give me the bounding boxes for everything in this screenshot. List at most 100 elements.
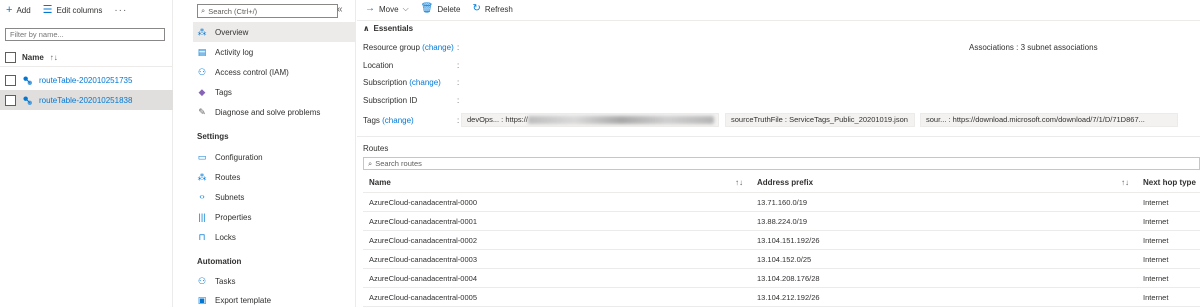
- subscription-id-row: Subscription ID :: [363, 96, 467, 105]
- subscription-change-link[interactable]: (change): [409, 78, 441, 87]
- table-row[interactable]: AzureCloud-canadacentral-0000 13.71.160.…: [363, 193, 1200, 212]
- resource-group-row: Resource group (change) :: [363, 43, 467, 52]
- tags-label: Tags: [363, 116, 380, 125]
- nav-item-overview[interactable]: ⁂ Overview: [193, 22, 356, 42]
- refresh-button[interactable]: ↻ Refresh: [472, 4, 512, 14]
- address-prefix-cell: 13.71.160.0/19: [757, 198, 808, 207]
- redacted-value: [527, 116, 714, 125]
- nav-item-locks[interactable]: ⊓ Locks: [193, 227, 356, 247]
- nav-item-label: Tasks: [215, 276, 236, 286]
- nav-item-tags[interactable]: ◆ Tags: [193, 82, 356, 102]
- table-row[interactable]: AzureCloud-canadacentral-0004 13.104.208…: [363, 269, 1200, 288]
- table-row[interactable]: AzureCloud-canadacentral-0002 13.104.151…: [363, 231, 1200, 250]
- list-item-name[interactable]: routeTable-202010251735: [39, 76, 132, 85]
- delete-label: Delete: [437, 4, 461, 14]
- tag-text: sour... : https://download.microsoft.com…: [926, 115, 1145, 124]
- resource-menu: ⌕ Search (Ctrl+/) « ⁂ Overview ▤ Activit…: [183, 0, 356, 307]
- nav-item-properties[interactable]: ||| Properties: [193, 207, 356, 227]
- colon: :: [457, 96, 460, 105]
- route-name-cell: AzureCloud-canadacentral-0002: [369, 236, 477, 245]
- list-item[interactable]: routeTable-202010251735: [0, 70, 173, 90]
- row-checkbox[interactable]: [5, 74, 16, 86]
- route-table-icon: [23, 75, 32, 85]
- next-hop-cell: Internet: [1143, 255, 1169, 264]
- resource-list-panel: + Add ☰ Edit columns ··· Name ↑↓ routeTa…: [0, 0, 173, 307]
- delete-button[interactable]: 🗑︎ Delete: [421, 4, 461, 14]
- tag-chip[interactable]: sourceTruthFile : ServiceTags_Public_202…: [725, 113, 915, 127]
- subscription-label: Subscription: [363, 78, 408, 87]
- divider: [357, 136, 1200, 137]
- address-prefix-column-header[interactable]: Address prefix: [757, 178, 813, 187]
- list-item-name[interactable]: routeTable-202010251838: [39, 96, 132, 105]
- command-bar: → Move ⌵ 🗑︎ Delete ↻ Refresh: [365, 4, 513, 14]
- sort-icon[interactable]: ↑↓: [50, 53, 58, 62]
- divider: [0, 66, 173, 67]
- tag-icon: ◆: [198, 86, 206, 97]
- associations-field: Associations : 3 subnet associations: [969, 43, 1098, 52]
- essentials-title: Essentials: [373, 24, 414, 33]
- nav-item-diagnose[interactable]: ✎ Diagnose and solve problems: [193, 102, 356, 122]
- filter-input[interactable]: [5, 28, 165, 41]
- sort-icon[interactable]: ↑↓: [1121, 178, 1129, 187]
- next-hop-cell: Internet: [1143, 274, 1169, 283]
- nav-item-configuration[interactable]: ▭ Configuration: [193, 147, 356, 167]
- search-icon: ⌕: [368, 158, 373, 168]
- location-row: Location :: [363, 61, 467, 70]
- nav-item-label: Configuration: [215, 152, 263, 162]
- subscription-row: Subscription (change) :: [363, 78, 467, 87]
- chevron-up-icon: ∧: [363, 24, 370, 33]
- configuration-icon: ▭: [197, 151, 207, 162]
- nav-item-access-control[interactable]: ⚇ Access control (IAM): [193, 62, 356, 82]
- nav-item-label: Access control (IAM): [215, 67, 289, 77]
- name-column-header[interactable]: Name: [369, 178, 391, 187]
- next-hop-type-column-header[interactable]: Next hop type: [1143, 178, 1196, 187]
- tags-row: Tags (change) :: [363, 116, 459, 125]
- address-prefix-cell: 13.104.152.0/25: [757, 255, 812, 264]
- essentials-toggle[interactable]: ∧ Essentials: [363, 24, 413, 33]
- routes-search-placeholder: Search routes: [375, 159, 422, 168]
- nav-item-tasks[interactable]: ⚇ Tasks: [193, 271, 356, 291]
- menu-search-box[interactable]: ⌕ Search (Ctrl+/): [197, 4, 338, 18]
- add-label: Add: [16, 6, 31, 15]
- table-row[interactable]: AzureCloud-canadacentral-0003 13.104.152…: [363, 250, 1200, 269]
- add-button[interactable]: + Add: [6, 5, 31, 16]
- route-name-cell: AzureCloud-canadacentral-0001: [369, 217, 477, 226]
- subscription-id-label: Subscription ID: [363, 96, 418, 105]
- tags-change-link[interactable]: (change): [382, 116, 414, 125]
- main-content: → Move ⌵ 🗑︎ Delete ↻ Refresh ∧ Essential…: [357, 0, 1200, 307]
- nav-item-subnets[interactable]: ‹› Subnets: [193, 187, 356, 207]
- nav-item-export-template[interactable]: ▣ Export template: [193, 290, 356, 307]
- nav-item-activity-log[interactable]: ▤ Activity log: [193, 42, 356, 62]
- nav-item-label: Routes: [215, 172, 241, 182]
- nav-item-label: Diagnose and solve problems: [215, 107, 321, 117]
- resource-group-change-link[interactable]: (change): [422, 43, 454, 52]
- routes-search-box[interactable]: ⌕ Search routes: [363, 157, 1200, 170]
- table-row[interactable]: AzureCloud-canadacentral-0005 13.104.212…: [363, 288, 1200, 307]
- export-template-icon: ▣: [197, 294, 207, 305]
- edit-columns-button[interactable]: ☰ Edit columns: [43, 5, 103, 16]
- sort-icon[interactable]: ↑↓: [735, 178, 743, 187]
- collapse-menu-button[interactable]: «: [337, 4, 343, 15]
- lock-icon: ⊓: [198, 231, 206, 242]
- tag-chip[interactable]: devOps... : https://: [461, 113, 719, 127]
- tag-chip[interactable]: sour... : https://download.microsoft.com…: [920, 113, 1178, 127]
- list-item-selected[interactable]: routeTable-202010251838: [0, 90, 173, 110]
- more-options-button[interactable]: ···: [114, 5, 127, 16]
- routes-icon: ⁂: [197, 171, 207, 182]
- refresh-icon: ↻: [472, 3, 481, 14]
- nav-item-routes[interactable]: ⁂ Routes: [193, 167, 356, 187]
- name-column-header[interactable]: Name: [22, 53, 44, 62]
- arrow-right-icon: →: [365, 3, 375, 14]
- columns-icon: ☰: [42, 4, 53, 16]
- resource-group-label: Resource group: [363, 43, 420, 52]
- row-checkbox[interactable]: [5, 94, 16, 106]
- address-prefix-cell: 13.88.224.0/19: [757, 217, 808, 226]
- move-button[interactable]: → Move ⌵: [365, 4, 409, 14]
- table-row[interactable]: AzureCloud-canadacentral-0001 13.88.224.…: [363, 212, 1200, 231]
- select-all-checkbox[interactable]: [5, 52, 16, 63]
- nav-item-label: Overview: [215, 27, 249, 37]
- colon: :: [457, 78, 460, 87]
- location-label: Location: [363, 61, 394, 70]
- move-label: Move: [379, 4, 399, 14]
- subnets-icon: ‹›: [199, 192, 205, 201]
